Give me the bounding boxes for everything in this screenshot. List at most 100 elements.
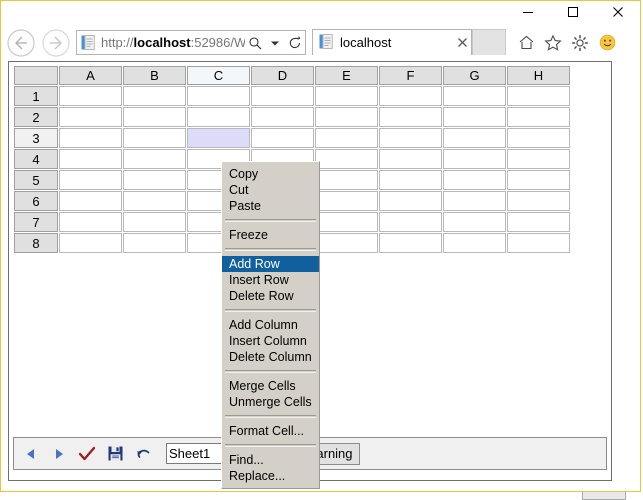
row-header-8[interactable]: 8 — [14, 233, 58, 253]
back-button[interactable] — [5, 27, 36, 58]
cell-b6[interactable] — [123, 191, 186, 211]
menu-item-freeze[interactable]: Freeze — [222, 227, 319, 243]
menu-item-copy[interactable]: Copy — [222, 166, 319, 182]
sheet-name-input[interactable] — [166, 443, 222, 464]
row-header-2[interactable]: 2 — [14, 107, 58, 127]
cell-g3[interactable] — [443, 128, 506, 148]
cell-f2[interactable] — [379, 107, 442, 127]
menu-item-format-cell[interactable]: Format Cell... — [222, 423, 319, 439]
cell-h1[interactable] — [507, 86, 570, 106]
cell-a1[interactable] — [59, 86, 122, 106]
cell-g5[interactable] — [443, 170, 506, 190]
smiley-feedback-icon[interactable] — [597, 32, 617, 54]
row-header-5[interactable]: 5 — [14, 170, 58, 190]
menu-item-cut[interactable]: Cut — [222, 182, 319, 198]
previous-sheet-button[interactable] — [20, 442, 42, 466]
column-header-a[interactable]: A — [59, 66, 122, 85]
minimize-button[interactable] — [505, 1, 550, 23]
cell-f4[interactable] — [379, 149, 442, 169]
cell-e2[interactable] — [315, 107, 378, 127]
close-button[interactable] — [595, 1, 640, 23]
cell-h4[interactable] — [507, 149, 570, 169]
cell-f6[interactable] — [379, 191, 442, 211]
refresh-icon[interactable] — [285, 32, 305, 54]
confirm-button[interactable] — [76, 442, 98, 466]
cell-f3[interactable] — [379, 128, 442, 148]
row-header-7[interactable]: 7 — [14, 212, 58, 232]
menu-item-insert-row[interactable]: Insert Row — [222, 272, 319, 288]
menu-item-insert-column[interactable]: Insert Column — [222, 333, 319, 349]
chevron-down-icon[interactable] — [265, 32, 285, 54]
cell-h2[interactable] — [507, 107, 570, 127]
cell-g8[interactable] — [443, 233, 506, 253]
row-header-3[interactable]: 3 — [14, 128, 58, 148]
menu-item-add-column[interactable]: Add Column — [222, 317, 319, 333]
row-header-6[interactable]: 6 — [14, 191, 58, 211]
cell-h7[interactable] — [507, 212, 570, 232]
forward-button[interactable] — [40, 27, 71, 58]
cell-g4[interactable] — [443, 149, 506, 169]
cell-h8[interactable] — [507, 233, 570, 253]
tab-close-button[interactable] — [453, 31, 471, 53]
cell-e4[interactable] — [315, 149, 378, 169]
cell-a6[interactable] — [59, 191, 122, 211]
cell-b3[interactable] — [123, 128, 186, 148]
cell-g1[interactable] — [443, 86, 506, 106]
cell-c2[interactable] — [187, 107, 250, 127]
cell-b2[interactable] — [123, 107, 186, 127]
cell-e8[interactable] — [315, 233, 378, 253]
column-header-b[interactable]: B — [123, 66, 186, 85]
menu-item-delete-row[interactable]: Delete Row — [222, 288, 319, 304]
cell-d2[interactable] — [251, 107, 314, 127]
cell-a8[interactable] — [59, 233, 122, 253]
favorites-star-icon[interactable] — [543, 32, 563, 54]
undo-button[interactable] — [132, 442, 154, 466]
cell-g6[interactable] — [443, 191, 506, 211]
cell-d1[interactable] — [251, 86, 314, 106]
column-header-f[interactable]: F — [379, 66, 442, 85]
cell-a2[interactable] — [59, 107, 122, 127]
column-header-c[interactable]: C — [187, 66, 250, 85]
menu-item-delete-column[interactable]: Delete Column — [222, 349, 319, 365]
menu-item-unmerge-cells[interactable]: Unmerge Cells — [222, 394, 319, 410]
cell-e5[interactable] — [315, 170, 378, 190]
cell-d3[interactable] — [251, 128, 314, 148]
cell-e7[interactable] — [315, 212, 378, 232]
menu-item-add-row[interactable]: Add Row — [222, 256, 319, 272]
cell-c1[interactable] — [187, 86, 250, 106]
cell-g2[interactable] — [443, 107, 506, 127]
cell-f1[interactable] — [379, 86, 442, 106]
column-header-g[interactable]: G — [443, 66, 506, 85]
new-tab-button[interactable] — [472, 28, 506, 55]
cell-h3[interactable] — [507, 128, 570, 148]
column-header-d[interactable]: D — [251, 66, 314, 85]
cell-f7[interactable] — [379, 212, 442, 232]
cell-a4[interactable] — [59, 149, 122, 169]
cell-a5[interactable] — [59, 170, 122, 190]
row-header-1[interactable]: 1 — [14, 86, 58, 106]
search-icon[interactable] — [245, 32, 265, 54]
address-bar[interactable]: http://localhost:52986/WebForm1 — [76, 30, 306, 55]
cell-g7[interactable] — [443, 212, 506, 232]
cell-f8[interactable] — [379, 233, 442, 253]
cell-f5[interactable] — [379, 170, 442, 190]
menu-item-merge-cells[interactable]: Merge Cells — [222, 378, 319, 394]
column-header-e[interactable]: E — [315, 66, 378, 85]
home-icon[interactable] — [516, 32, 536, 54]
cell-e3[interactable] — [315, 128, 378, 148]
cell-b8[interactable] — [123, 233, 186, 253]
column-header-h[interactable]: H — [507, 66, 570, 85]
select-all-corner[interactable] — [14, 66, 58, 85]
tab-localhost[interactable]: localhost — [312, 28, 472, 55]
cell-b7[interactable] — [123, 212, 186, 232]
cell-h5[interactable] — [507, 170, 570, 190]
maximize-button[interactable] — [550, 1, 595, 23]
cell-b5[interactable] — [123, 170, 186, 190]
menu-item-replace[interactable]: Replace... — [222, 468, 319, 484]
save-button[interactable] — [104, 442, 126, 466]
cell-a3[interactable] — [59, 128, 122, 148]
cell-h6[interactable] — [507, 191, 570, 211]
menu-item-paste[interactable]: Paste — [222, 198, 319, 214]
settings-gear-icon[interactable] — [570, 32, 590, 54]
cell-e1[interactable] — [315, 86, 378, 106]
